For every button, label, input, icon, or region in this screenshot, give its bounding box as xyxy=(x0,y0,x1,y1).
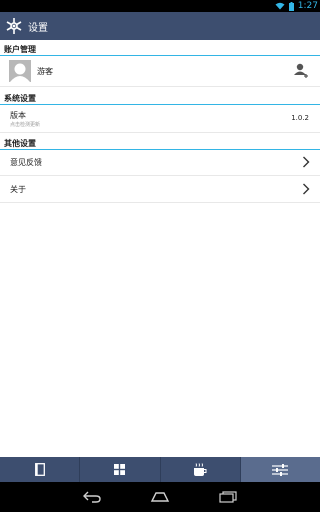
about-row[interactable]: 关于 xyxy=(0,176,320,203)
clock: 1:27 xyxy=(297,1,318,11)
user-row[interactable]: 游客 xyxy=(0,56,320,87)
chevron-right-icon xyxy=(303,156,310,168)
version-label: 版本 xyxy=(10,111,26,120)
section-header-account: 账户管理 xyxy=(0,44,320,56)
home-button[interactable] xyxy=(150,489,170,505)
feedback-row[interactable]: 意见反馈 xyxy=(0,150,320,176)
battery-icon xyxy=(288,1,294,11)
system-nav-bar xyxy=(0,482,320,512)
add-user-icon[interactable] xyxy=(294,63,308,79)
user-name: 游客 xyxy=(37,67,53,76)
chevron-right-icon xyxy=(303,183,310,195)
back-icon xyxy=(83,491,101,503)
version-row[interactable]: 版本 点击检测更新 1.0.2 xyxy=(0,105,320,133)
app-bar: 设置 xyxy=(0,12,320,40)
tab-settings[interactable] xyxy=(240,457,320,482)
tab-documents[interactable] xyxy=(0,457,81,482)
section-header-other: 其他设置 xyxy=(0,138,320,150)
page-title: 设置 xyxy=(28,22,48,34)
bottom-tab-bar xyxy=(0,457,320,482)
grid-icon xyxy=(114,464,126,475)
snowflake-icon[interactable] xyxy=(0,12,28,40)
tab-grid[interactable] xyxy=(80,457,161,482)
back-button[interactable] xyxy=(82,489,102,505)
recents-button[interactable] xyxy=(218,489,238,505)
wifi-icon xyxy=(275,2,285,10)
coffee-icon xyxy=(194,462,207,476)
tab-coffee[interactable] xyxy=(161,457,241,482)
version-value: 1.0.2 xyxy=(291,114,309,122)
section-header-system: 系统设置 xyxy=(0,93,320,105)
settings-sliders-icon xyxy=(272,463,289,476)
version-hint: 点击检测更新 xyxy=(10,122,41,128)
home-icon xyxy=(150,492,170,502)
about-label: 关于 xyxy=(10,185,26,194)
status-icons: 1:27 xyxy=(275,0,318,12)
feedback-label: 意见反馈 xyxy=(10,158,42,167)
avatar xyxy=(9,60,31,82)
document-icon xyxy=(34,463,45,476)
recents-icon xyxy=(219,491,237,503)
status-bar: 1:27 xyxy=(0,0,320,12)
